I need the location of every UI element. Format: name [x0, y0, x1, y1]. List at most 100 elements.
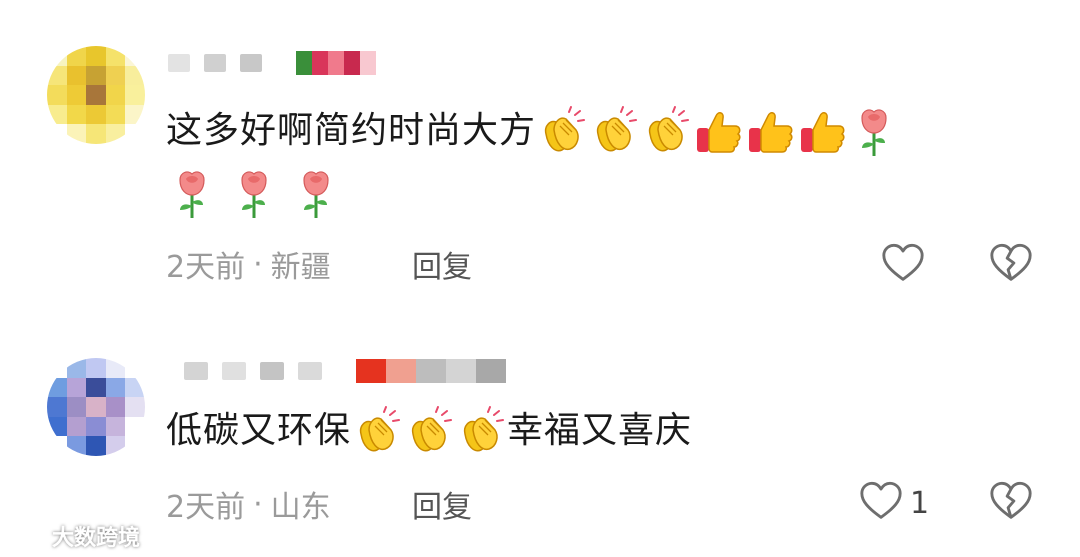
- comment-time: 2天前: [166, 490, 246, 525]
- avatar-pixel: [86, 377, 106, 398]
- avatar-pixel: [105, 377, 126, 398]
- avatar-pixel: [86, 416, 106, 437]
- like-button[interactable]: 1: [858, 478, 929, 528]
- avatar-pixel: [66, 377, 87, 398]
- avatar-pixel: [125, 46, 145, 66]
- avatar-pixel: [105, 358, 126, 378]
- comment-list: 这多好啊简约时尚大方 2天前 · 新疆 回复 低碳又环保 幸福又喜庆 2天前 ·…: [0, 0, 1080, 557]
- comment-location: 山东: [270, 490, 331, 525]
- comment-item: 这多好啊简约时尚大方 2天前 · 新疆 回复: [0, 0, 1080, 300]
- avatar-pixel: [66, 416, 87, 437]
- badge-blur-block: [360, 51, 376, 75]
- badge-blurred: [296, 51, 376, 75]
- avatar-pixel: [47, 46, 67, 66]
- avatar-pixel: [86, 124, 106, 144]
- comment-text: 低碳又环保 幸福又喜庆: [166, 402, 692, 460]
- badge-blur-block: [476, 359, 506, 383]
- badge-blur-block: [416, 359, 446, 383]
- rose-icon: [228, 168, 280, 220]
- avatar-pixel: [125, 65, 145, 86]
- username-blur-block: [240, 54, 262, 72]
- badge-blur-block: [446, 359, 476, 383]
- username-blurred[interactable]: [168, 48, 376, 78]
- like-count: 1: [910, 485, 930, 521]
- avatar-pixel: [86, 65, 106, 86]
- clapping-hands-icon: [351, 406, 403, 458]
- avatar-pixel: [66, 46, 87, 66]
- badge-blur-block: [356, 359, 386, 383]
- comment-text: 这多好啊简约时尚大方: [166, 102, 900, 160]
- avatar-pixel: [47, 65, 67, 86]
- avatar-pixel: [105, 416, 126, 437]
- clapping-hands-icon: [588, 106, 640, 158]
- comment-body-start: 低碳又环保: [166, 410, 352, 451]
- comment-body-end: 幸福又喜庆: [507, 410, 693, 451]
- dislike-button[interactable]: [988, 240, 1034, 290]
- avatar-pixel: [66, 65, 87, 86]
- avatar-pixel: [125, 358, 145, 378]
- emoji-row: [166, 168, 342, 220]
- username-blurred[interactable]: [184, 356, 506, 386]
- badge-blur-block: [328, 51, 344, 75]
- avatar-pixel: [125, 416, 145, 437]
- avatar-pixel: [105, 124, 126, 144]
- avatar-pixel: [125, 124, 145, 144]
- badge-blurred: [356, 359, 506, 383]
- comment-body: 这多好啊简约时尚大方: [166, 110, 537, 151]
- rose-icon: [290, 168, 342, 220]
- avatar-pixel: [86, 104, 106, 125]
- like-button[interactable]: [880, 240, 932, 290]
- reply-button[interactable]: 回复: [412, 482, 472, 526]
- avatar-pixel: [105, 65, 126, 86]
- badge-blur-block: [296, 51, 312, 75]
- rose-icon: [166, 168, 218, 220]
- avatar-pixel: [47, 416, 67, 437]
- avatar[interactable]: [47, 358, 145, 456]
- badge-blur-block: [312, 51, 328, 75]
- meta-separator: ·: [253, 486, 263, 522]
- thumbs-up-icon: [692, 106, 744, 158]
- username-blur-block: [184, 362, 208, 380]
- comment-item: 低碳又环保 幸福又喜庆 2天前 · 山东 回复 1: [0, 330, 1080, 550]
- username-blur-block: [222, 362, 246, 380]
- avatar-pixel: [86, 46, 106, 66]
- avatar-pixel: [125, 85, 145, 105]
- avatar-pixel: [47, 377, 67, 398]
- meta-separator: ·: [253, 246, 263, 282]
- heart-icon: [880, 240, 926, 290]
- avatar-pixel: [47, 436, 67, 456]
- clapping-hands-icon: [455, 406, 507, 458]
- broken-heart-icon: [988, 481, 1034, 528]
- watermark-text: 大数跨境: [52, 526, 141, 551]
- reply-button[interactable]: 回复: [412, 242, 472, 286]
- thumbs-up-icon: [796, 106, 848, 158]
- avatar-pixel: [66, 358, 87, 378]
- username-blur-block: [298, 362, 322, 380]
- rose-icon: [848, 106, 900, 158]
- comment-meta: 2天前 · 新疆: [166, 242, 331, 286]
- username-blur-block: [168, 54, 190, 72]
- thumbs-up-icon: [744, 106, 796, 158]
- heart-icon: [858, 478, 904, 528]
- avatar-pixel: [125, 377, 145, 398]
- avatar[interactable]: [47, 46, 145, 144]
- avatar-pixel: [47, 397, 67, 417]
- avatar-pixel: [47, 85, 67, 105]
- avatar-pixel: [105, 85, 126, 105]
- avatar-pixel: [66, 85, 87, 105]
- username-blur-block: [204, 54, 226, 72]
- watermark: 大数跨境: [6, 520, 140, 552]
- avatar-pixel: [66, 397, 87, 417]
- logo-icon: [6, 520, 46, 552]
- avatar-pixel: [105, 46, 126, 66]
- username-blur-block: [260, 362, 284, 380]
- avatar-pixel: [86, 358, 106, 378]
- badge-blur-block: [386, 359, 416, 383]
- avatar-pixel: [66, 104, 87, 125]
- avatar-pixel: [47, 358, 67, 378]
- dislike-button[interactable]: [988, 478, 1034, 528]
- avatar-pixel: [47, 124, 67, 144]
- clapping-hands-icon: [536, 106, 588, 158]
- avatar-pixel: [66, 124, 87, 144]
- comment-time: 2天前: [166, 250, 246, 285]
